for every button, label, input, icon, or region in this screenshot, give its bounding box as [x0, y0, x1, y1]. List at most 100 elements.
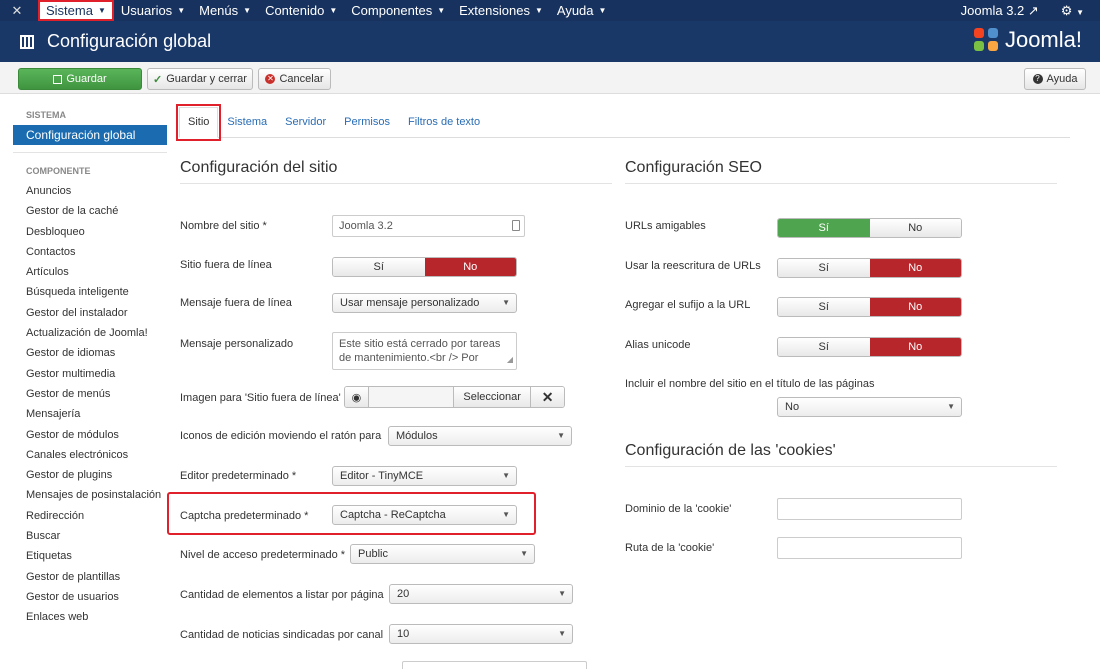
sidebar-item[interactable]: Gestor de idiomas	[13, 346, 167, 360]
sidebar-item[interactable]: Gestor de usuarios	[13, 590, 167, 604]
site-name-input[interactable]: Joomla 3.2	[332, 215, 525, 237]
feed-limit-value: 10	[397, 628, 410, 640]
page-title: Configuración global	[47, 31, 212, 51]
nav-right: Joomla 3.2 ↗ ⚙ ▼	[961, 0, 1084, 21]
sidebar-item[interactable]: Gestor de plantillas	[13, 570, 167, 584]
sef-yes-option[interactable]: Sí	[778, 219, 870, 237]
save-close-button[interactable]: ✓ Guardar y cerrar	[147, 68, 253, 90]
sitename-title-label: Incluir el nombre del sitio en el título…	[625, 378, 875, 390]
rewrite-no-option[interactable]: No	[869, 259, 961, 277]
menu-ayuda[interactable]: Ayuda ▼	[550, 0, 614, 21]
menu-usuarios[interactable]: Usuarios ▼	[114, 0, 192, 21]
sidebar-item[interactable]: Gestor del instalador	[13, 306, 167, 320]
offline-message-value: Usar mensaje personalizado	[340, 297, 480, 309]
hover-icons-value: Módulos	[396, 430, 438, 442]
sef-no-option[interactable]: No	[869, 219, 961, 237]
tab-permisos[interactable]: Permisos	[335, 116, 399, 137]
url-rewrite-toggle: Sí No	[777, 258, 962, 278]
unicode-no-option[interactable]: No	[869, 338, 961, 356]
cookie-domain-input[interactable]	[777, 498, 962, 520]
menu-sistema[interactable]: Sistema ▼	[38, 0, 114, 21]
cancel-button[interactable]: ✕ Cancelar	[258, 68, 331, 90]
sidebar-item[interactable]: Gestor de módulos	[13, 428, 167, 442]
sidebar-item[interactable]: Gestor de menús	[13, 387, 167, 401]
sidebar-item[interactable]: Enlaces web	[13, 610, 167, 624]
offline-message-select[interactable]: Usar mensaje personalizado ▼	[332, 293, 517, 313]
feed-limit-select[interactable]: 10 ▼	[389, 624, 573, 644]
sidebar-item[interactable]: Mensajería	[13, 407, 167, 421]
hover-icons-select[interactable]: Módulos ▼	[388, 426, 572, 446]
menu-extensiones[interactable]: Extensiones ▼	[452, 0, 550, 21]
editor-select[interactable]: Editor - TinyMCE ▼	[332, 466, 517, 486]
custom-message-value: Este sitio está cerrado por tareas de ma…	[339, 338, 501, 364]
clear-image-icon[interactable]: ✕	[531, 387, 564, 407]
custom-message-textarea[interactable]: Este sitio está cerrado por tareas de ma…	[332, 332, 517, 370]
rewrite-yes-option[interactable]: Sí	[778, 259, 870, 277]
offline-toggle: Sí No	[332, 257, 517, 277]
offline-no-option[interactable]: No	[424, 258, 516, 276]
sidebar-item[interactable]: Redirección	[13, 509, 167, 523]
help-button[interactable]: ? Ayuda	[1024, 68, 1086, 90]
sidebar-component-list: Anuncios Gestor de la caché Desbloqueo Cont…	[13, 184, 167, 624]
unicode-yes-option[interactable]: Sí	[778, 338, 870, 356]
tab-sitio[interactable]: Sitio	[175, 104, 222, 141]
tab-sistema[interactable]: Sistema	[218, 116, 276, 137]
menu-label: Contenido	[265, 3, 325, 18]
caret-down-icon: ▼	[329, 6, 338, 15]
site-link[interactable]: Joomla 3.2 ↗	[961, 3, 1039, 19]
section-divider	[625, 466, 1057, 467]
sidebar-item[interactable]: Actualización de Joomla!	[13, 326, 167, 340]
list-limit-select[interactable]: 20 ▼	[389, 584, 573, 604]
sidebar-item[interactable]: Gestor de plugins	[13, 468, 167, 482]
sidebar-item[interactable]: Mensajes de posinstalación	[13, 488, 167, 502]
offline-yes-option[interactable]: Sí	[333, 258, 425, 276]
access-level-value: Public	[358, 548, 388, 560]
cookie-path-label: Ruta de la 'cookie'	[625, 542, 715, 554]
sidebar-heading-component: COMPONENTE	[26, 166, 91, 176]
sidebar-item[interactable]: Anuncios	[13, 184, 167, 198]
menu-componentes[interactable]: Componentes ▼	[344, 0, 452, 21]
select-image-button[interactable]: Seleccionar	[454, 387, 532, 407]
sidebar-item[interactable]: Desbloqueo	[13, 225, 167, 239]
save-label: Guardar	[66, 73, 107, 85]
sidebar-item[interactable]: Etiquetas	[13, 549, 167, 563]
chevron-down-icon: ▼	[502, 510, 510, 519]
sitename-title-select[interactable]: No ▼	[777, 397, 962, 417]
help-label: Ayuda	[1046, 73, 1078, 85]
eye-icon[interactable]: ◉	[345, 387, 369, 407]
sidebar-item-global-config[interactable]: Configuración global	[13, 125, 167, 145]
chevron-down-icon: ▼	[502, 298, 510, 307]
user-menu[interactable]: ⚙ ▼	[1061, 3, 1084, 19]
check-icon: ✓	[153, 73, 163, 86]
sidebar-item[interactable]: Buscar	[13, 529, 167, 543]
suffix-yes-option[interactable]: Sí	[778, 298, 870, 316]
chevron-down-icon: ▼	[558, 629, 566, 638]
menu-menus[interactable]: Menús ▼	[192, 0, 258, 21]
menu-label: Menús	[199, 3, 239, 18]
tab-servidor[interactable]: Servidor	[276, 116, 335, 137]
chevron-down-icon: ▼	[557, 431, 565, 440]
menu-contenido[interactable]: Contenido ▼	[258, 0, 344, 21]
sidebar-item[interactable]: Gestor multimedia	[13, 367, 167, 381]
sidebar-item[interactable]: Gestor de la caché	[13, 204, 167, 218]
sef-urls-toggle: Sí No	[777, 218, 962, 238]
suffix-no-option[interactable]: No	[869, 298, 961, 316]
sidebar-item[interactable]: Canales electrónicos	[13, 448, 167, 462]
sidebar-item[interactable]: Contactos	[13, 245, 167, 259]
cancel-label: Cancelar	[279, 73, 324, 85]
cancel-icon: ✕	[265, 74, 276, 84]
tab-filtros[interactable]: Filtros de texto	[399, 116, 489, 137]
sidebar-item[interactable]: Artículos	[13, 265, 167, 279]
feed-limit-label: Cantidad de noticias sindicadas por cana…	[180, 629, 384, 641]
save-button[interactable]: Guardar	[18, 68, 142, 90]
sidebar-item[interactable]: Búsqueda inteligente	[13, 285, 167, 299]
captcha-select[interactable]: Captcha - ReCaptcha ▼	[332, 505, 517, 525]
access-level-select[interactable]: Public ▼	[350, 544, 535, 564]
editor-value: Editor - TinyMCE	[340, 470, 424, 482]
next-field[interactable]	[402, 661, 587, 669]
joomla-icon[interactable]: ✕	[0, 0, 34, 21]
cookie-path-input[interactable]	[777, 537, 962, 559]
edit-icon	[53, 74, 63, 84]
menu-label: Ayuda	[556, 3, 594, 18]
resize-grip-icon[interactable]: ◢	[507, 353, 513, 367]
